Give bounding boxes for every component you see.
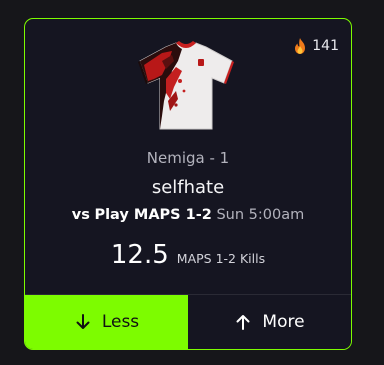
less-label: Less — [101, 312, 140, 332]
pick-actions: Less More — [25, 294, 351, 349]
vs-label: vs — [71, 207, 90, 223]
arrow-up-icon — [236, 315, 250, 330]
more-button[interactable]: More — [188, 295, 351, 349]
projection: 12.5 MAPS 1-2 Kills — [25, 240, 351, 270]
player-name: selfhate — [151, 177, 225, 198]
less-button[interactable]: Less — [25, 295, 188, 349]
projection-value: 12.5 — [110, 240, 169, 270]
fire-icon — [295, 38, 306, 54]
player-team: Nemiga - 1 — [146, 149, 230, 167]
prop-card[interactable]: 141 Nemiga - 1 selfhate vs Play MAPS 1-2… — [24, 18, 352, 350]
arrow-down-icon — [76, 314, 90, 329]
popularity-badge: 141 — [292, 37, 339, 55]
match-info: vs Play MAPS 1-2 Sun 5:00am — [25, 207, 351, 223]
more-label: More — [262, 312, 305, 332]
jersey-image — [138, 41, 234, 130]
match-time: Sun 5:00am — [216, 207, 305, 223]
projection-label: MAPS 1-2 Kills — [176, 251, 266, 266]
popularity-count: 141 — [312, 38, 339, 54]
opponent-name: Play MAPS 1-2 — [94, 207, 212, 223]
